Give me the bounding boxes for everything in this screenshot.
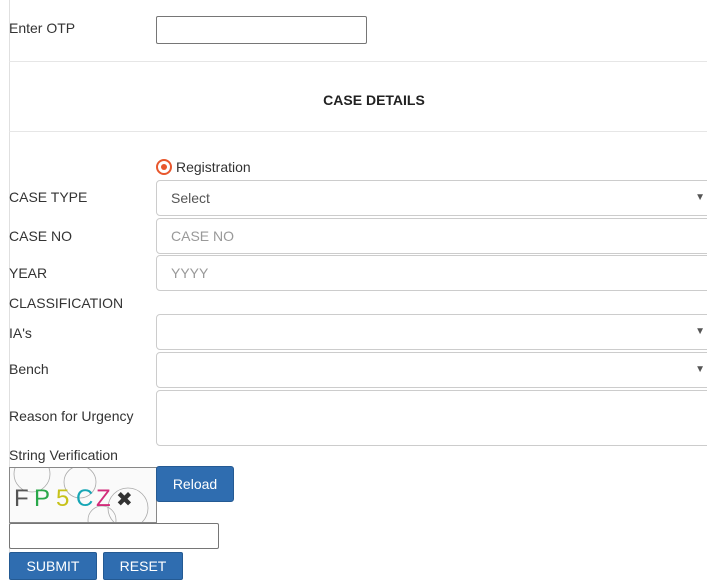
reason-label: Reason for Urgency <box>9 408 134 424</box>
captcha-input[interactable] <box>9 523 219 549</box>
bench-label: Bench <box>9 361 49 377</box>
case-no-label: CASE NO <box>9 228 73 244</box>
svg-text:P: P <box>34 485 50 512</box>
case-no-placeholder: CASE NO <box>171 228 235 244</box>
case-details-heading: CASE DETAILS <box>323 92 425 108</box>
divider-bottom <box>9 131 707 132</box>
captcha-image: F P 5 C Z ✖ <box>9 467 157 523</box>
case-no-input[interactable]: CASE NO <box>156 218 707 254</box>
reload-captcha-button[interactable]: Reload <box>156 466 234 502</box>
reason-textarea[interactable] <box>156 390 707 446</box>
svg-text:C: C <box>76 485 93 512</box>
svg-text:5: 5 <box>56 485 69 512</box>
case-type-label: CASE TYPE <box>9 189 88 205</box>
divider-top <box>9 61 707 62</box>
chevron-down-icon: ▼ <box>695 326 705 337</box>
bench-select[interactable]: ▼ <box>156 352 707 388</box>
captcha-noise-icon: F P 5 C Z ✖ <box>13 468 149 522</box>
case-type-select[interactable]: Select ▼ <box>156 180 707 216</box>
classification-label: CLASSIFICATION <box>9 295 124 311</box>
case-type-selected: Select <box>171 190 210 206</box>
otp-input[interactable] <box>156 16 367 44</box>
registration-radio-label: Registration <box>176 159 251 175</box>
svg-text:✖: ✖ <box>116 489 133 511</box>
otp-label: Enter OTP <box>9 20 76 36</box>
chevron-down-icon: ▼ <box>695 192 705 203</box>
year-label: YEAR <box>9 265 48 281</box>
chevron-down-icon: ▼ <box>695 364 705 375</box>
registration-radio[interactable] <box>156 159 172 175</box>
ias-select[interactable]: ▼ <box>156 314 707 350</box>
year-placeholder: YYYY <box>171 265 209 281</box>
ias-label: IA's <box>9 325 32 341</box>
svg-text:F: F <box>14 485 29 512</box>
year-input[interactable]: YYYY <box>156 255 707 291</box>
string-verification-label: String Verification <box>9 447 118 463</box>
svg-text:Z: Z <box>96 485 111 512</box>
